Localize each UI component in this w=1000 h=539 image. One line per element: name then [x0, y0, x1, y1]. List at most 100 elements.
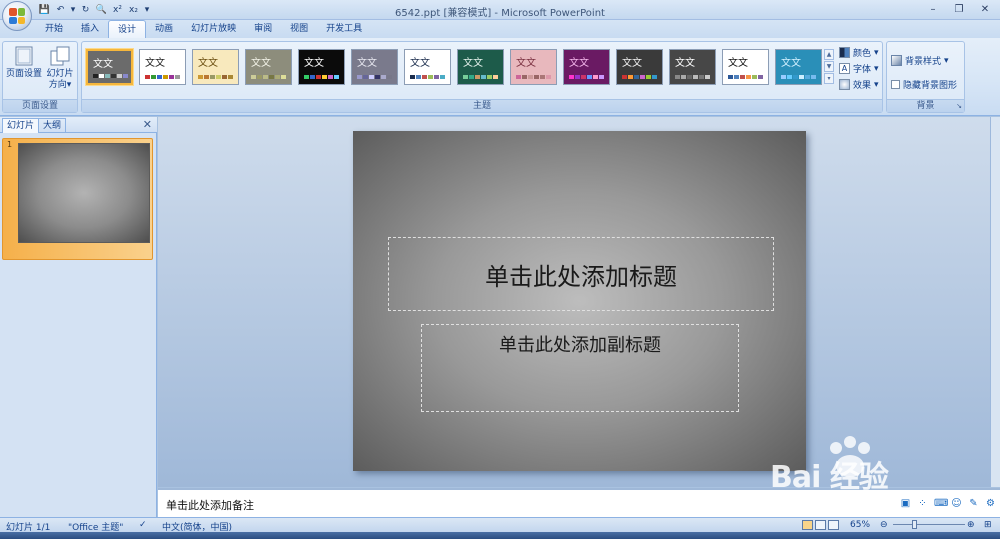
emoji-icon[interactable]: ☺	[951, 498, 962, 509]
title-bar: 💾 ↶ ▾ ↻ 🔍 x² x₂ ▾ 6542.ppt [兼容模式] - Micr…	[0, 0, 1000, 20]
color-swatch	[811, 75, 816, 79]
theme-thumbnail[interactable]: 文文	[139, 49, 186, 85]
color-swatch	[263, 75, 268, 79]
theme-thumbnail[interactable]: 文文	[298, 49, 345, 85]
color-swatch	[151, 75, 156, 79]
color-swatch	[693, 75, 698, 79]
vertical-scrollbar[interactable]	[990, 117, 1000, 487]
color-swatch	[328, 75, 333, 79]
tab-slides[interactable]: 幻灯片	[2, 118, 40, 133]
color-swatch	[652, 75, 657, 79]
slide-orientation-label: 幻灯片	[46, 69, 74, 79]
zoom-in-icon[interactable]: ⊕	[967, 520, 975, 530]
background-styles-button[interactable]: 背景样式 ▾	[891, 54, 949, 67]
theme-thumbnail[interactable]: 文文	[192, 49, 239, 85]
theme-colors-label: 颜色	[853, 49, 872, 59]
theme-thumbnail[interactable]: 文文	[616, 49, 663, 85]
zoom-slider-handle[interactable]	[912, 520, 917, 529]
color-swatch	[99, 74, 104, 78]
zoom-level[interactable]: 65%	[850, 520, 870, 530]
color-swatch	[528, 75, 533, 79]
minimize-button[interactable]: –	[920, 0, 946, 18]
slide-canvas[interactable]: 单击此处添加标题 单击此处添加副标题	[353, 131, 806, 471]
theme-thumbnail[interactable]: 文文	[457, 49, 504, 85]
theme-thumbnail[interactable]: 文文	[351, 49, 398, 85]
theme-thumbnail[interactable]: 文文	[775, 49, 822, 85]
tab-slideshow[interactable]: 幻灯片放映	[182, 20, 245, 38]
theme-effects-button[interactable]: 效果 ▾	[839, 78, 879, 91]
color-swatch	[440, 75, 445, 79]
color-swatch	[304, 75, 309, 79]
spellcheck-icon[interactable]: ✓	[139, 520, 147, 530]
normal-view-icon[interactable]	[802, 520, 813, 530]
color-swatch	[357, 75, 362, 79]
notes-pane[interactable]: 单击此处添加备注 ▣ ⁘ ⌨ ☺ ✎ ⚙	[158, 488, 1000, 517]
slide-thumbnail[interactable]	[18, 143, 150, 243]
theme-swatches	[675, 75, 710, 79]
title-placeholder[interactable]: 单击此处添加标题	[388, 237, 774, 311]
theme-sample-text: 文文	[410, 58, 430, 69]
window-controls: – ❐ ✕	[920, 0, 998, 18]
dialog-launcher-icon[interactable]: ↘	[956, 102, 962, 110]
tab-outline[interactable]: 大纲	[38, 118, 67, 133]
pen-icon[interactable]: ✎	[968, 498, 979, 509]
theme-thumbnail[interactable]: 文文	[86, 49, 133, 85]
close-button[interactable]: ✕	[972, 0, 998, 18]
softkbd-icon[interactable]: ⌨	[934, 498, 948, 509]
tab-review[interactable]: 审阅	[245, 20, 281, 38]
punct-icon[interactable]: ⁘	[917, 498, 928, 509]
gallery-more-icon[interactable]: ▾	[824, 73, 834, 84]
close-panel-icon[interactable]: ✕	[143, 118, 152, 131]
color-swatch	[375, 75, 380, 79]
theme-thumbnail[interactable]: 文文	[669, 49, 716, 85]
fit-to-window-icon[interactable]: ⊞	[984, 520, 992, 530]
color-swatch	[228, 75, 233, 79]
color-swatch	[469, 75, 474, 79]
theme-sample-text: 文文	[516, 58, 536, 69]
tab-design[interactable]: 设计	[108, 20, 147, 39]
gear-icon[interactable]: ⚙	[985, 498, 996, 509]
slide-thumbnail-row[interactable]: 1	[2, 138, 153, 260]
slide-orientation-button[interactable]: 幻灯片 方向▾	[43, 45, 77, 91]
chevron-down-icon: ▾	[874, 79, 879, 90]
tab-insert[interactable]: 插入	[72, 20, 108, 38]
language-bar: ▣ ⁘ ⌨ ☺ ✎ ⚙	[900, 498, 996, 509]
color-swatch	[310, 75, 315, 79]
theme-fonts-button[interactable]: A 字体 ▾	[839, 62, 879, 75]
page-setup-button[interactable]: 页面设置	[6, 45, 42, 80]
theme-thumbnail[interactable]: 文文	[722, 49, 769, 85]
theme-thumbnail[interactable]: 文文	[563, 49, 610, 85]
theme-thumbnail[interactable]: 文文	[245, 49, 292, 85]
tab-view[interactable]: 视图	[281, 20, 317, 38]
tab-developer[interactable]: 开发工具	[317, 20, 371, 38]
color-swatch	[487, 75, 492, 79]
theme-colors-button[interactable]: 颜色 ▾	[839, 46, 879, 59]
color-swatch	[281, 75, 286, 79]
zoom-out-icon[interactable]: ⊖	[880, 520, 888, 530]
theme-thumbnail[interactable]: 文文	[404, 49, 451, 85]
slide-sorter-view-icon[interactable]	[815, 520, 826, 530]
slideshow-view-icon[interactable]	[828, 520, 839, 530]
slide-orientation-icon	[49, 45, 71, 67]
hide-background-graphics-checkbox[interactable]: 隐藏背景图形	[891, 78, 957, 91]
hide-background-label: 隐藏背景图形	[903, 81, 958, 91]
theme-thumbnail[interactable]: 文文	[510, 49, 557, 85]
office-button[interactable]	[2, 1, 32, 31]
tab-animations[interactable]: 动画	[146, 20, 182, 38]
notes-placeholder[interactable]: 单击此处添加备注	[166, 497, 254, 513]
themes-gallery-scroll: ▲ ▼ ▾	[824, 49, 834, 84]
maximize-button[interactable]: ❐	[946, 0, 972, 18]
subtitle-placeholder[interactable]: 单击此处添加副标题	[421, 324, 739, 412]
color-swatch	[675, 75, 680, 79]
gallery-scroll-up-icon[interactable]: ▲	[824, 49, 834, 60]
chevron-down-icon: ▾	[66, 80, 72, 90]
theme-swatches	[516, 75, 551, 79]
tab-home[interactable]: 开始	[36, 20, 72, 38]
zoom-slider-track[interactable]	[893, 524, 965, 525]
color-swatch	[493, 75, 498, 79]
theme-fonts-label: 字体	[853, 65, 872, 75]
themes-group-label: 主题	[82, 99, 882, 112]
ime-icon[interactable]: ▣	[900, 498, 911, 509]
gallery-scroll-down-icon[interactable]: ▼	[824, 61, 834, 72]
color-swatch	[117, 74, 122, 78]
